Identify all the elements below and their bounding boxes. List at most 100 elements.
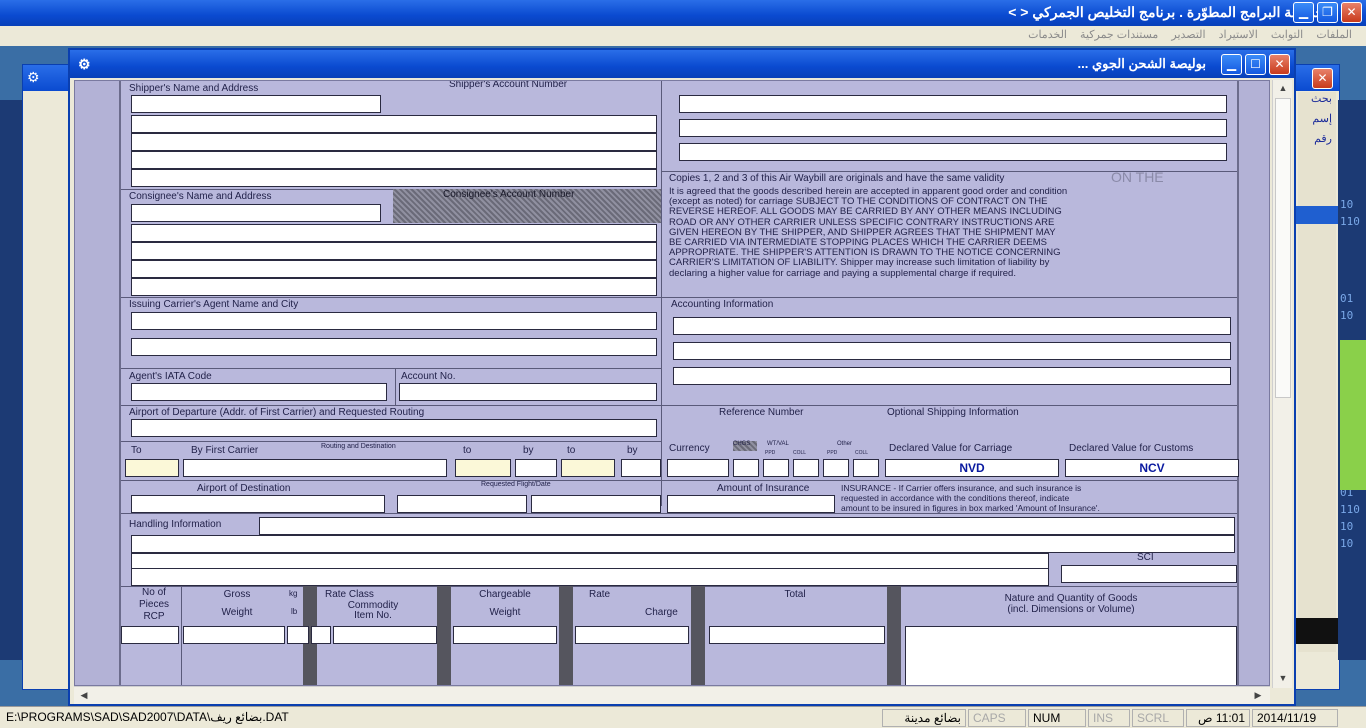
chargeable-weight-field[interactable] <box>453 626 557 644</box>
nature-goods-field[interactable] <box>905 626 1237 685</box>
vertical-scrollbar[interactable]: ▲ ▼ <box>1272 80 1292 688</box>
app-title: مجموعة البرامج المطوّرة . برنامج التخليص… <box>1008 4 1332 20</box>
issuer-line-1[interactable] <box>679 95 1227 113</box>
currency-field[interactable] <box>667 459 729 477</box>
copies-note: Copies 1, 2 and 3 of this Air Waybill ar… <box>669 173 1005 184</box>
maximize-icon: ☐ <box>1250 57 1261 71</box>
commodity-field[interactable] <box>333 626 437 644</box>
app-restore-button[interactable]: ❐ <box>1317 2 1338 23</box>
by-label-2: by <box>523 445 534 456</box>
consignee-address-line-1[interactable] <box>131 224 657 242</box>
background-left-panel <box>0 100 22 660</box>
close-icon: ✕ <box>1346 5 1357 19</box>
issuer-line-2[interactable] <box>679 119 1227 137</box>
flight-date-field-2[interactable] <box>531 495 661 513</box>
binary-text: 110 <box>1340 215 1360 228</box>
menu-services[interactable]: الخدمات <box>1028 29 1067 41</box>
other-coll-field[interactable] <box>853 459 879 477</box>
scroll-down-button[interactable]: ▼ <box>1275 670 1291 686</box>
handling-line-2[interactable] <box>131 535 1235 553</box>
pieces-header-1: No of <box>142 587 166 598</box>
scroll-up-button[interactable]: ▲ <box>1275 80 1291 96</box>
insurance-amount-field[interactable] <box>667 495 835 513</box>
wtval-label: WT/VAL <box>767 441 789 447</box>
other-ppd-field[interactable] <box>823 459 849 477</box>
menu-customs-docs[interactable]: مستندات جمركية <box>1080 29 1158 41</box>
routing-to-field-3[interactable] <box>561 459 615 477</box>
consignee-address-line-2[interactable] <box>131 242 657 260</box>
vertical-scroll-thumb[interactable] <box>1275 98 1291 398</box>
horizontal-scrollbar[interactable]: ◀ ▶ <box>74 686 1270 704</box>
wtval-coll-field[interactable] <box>793 459 819 477</box>
divider <box>121 480 1237 481</box>
status-file-path: E:\PROGRAMS\SAD\SAD2007\DATA\بضائع ريف.D… <box>6 710 289 724</box>
menu-import[interactable]: الاستيراد <box>1219 29 1258 41</box>
menu-constants[interactable]: التوابث <box>1271 29 1303 41</box>
handling-line-1[interactable] <box>259 517 1235 535</box>
shipper-address-line-2[interactable] <box>131 133 657 151</box>
consignee-address-line-4[interactable] <box>131 278 657 296</box>
handling-line-4[interactable] <box>131 568 1049 586</box>
arrow-left-icon: ◀ <box>80 690 88 700</box>
total-field[interactable] <box>709 626 885 644</box>
pieces-field[interactable] <box>121 626 179 644</box>
accounting-line-1[interactable] <box>673 317 1231 335</box>
chargeable-header-2: Weight <box>489 607 521 618</box>
to-label-2: to <box>463 445 472 456</box>
rate-class-field[interactable] <box>311 626 331 644</box>
shipper-name-field[interactable] <box>131 95 381 113</box>
background-side-panel: بحث إسم رقم <box>1298 92 1336 652</box>
insurance-note: INSURANCE - If Carrier offers insurance,… <box>841 483 1100 513</box>
menu-export[interactable]: التصدير <box>1171 29 1205 41</box>
app-minimize-button[interactable]: ▁ <box>1293 2 1314 23</box>
app-title-bar: مجموعة البرامج المطوّرة . برنامج التخليص… <box>0 0 1366 26</box>
wtval-ppd-field[interactable] <box>763 459 789 477</box>
shipper-address-line-4[interactable] <box>131 169 657 187</box>
insurance-note-line: INSURANCE - If Carrier offers insurance,… <box>841 483 1082 493</box>
declared-carriage-field[interactable]: NVD <box>885 459 1059 477</box>
gross-header-2: Weight <box>221 607 253 618</box>
binary-text: 10 <box>1340 520 1354 533</box>
first-carrier-field[interactable] <box>183 459 447 477</box>
dialog-close-button[interactable]: ✕ <box>1269 54 1290 75</box>
shipper-address-line-3[interactable] <box>131 151 657 169</box>
divider <box>121 368 661 369</box>
iata-code-field[interactable] <box>131 383 387 401</box>
scroll-left-button[interactable]: ◀ <box>76 687 92 703</box>
gross-weight-field[interactable] <box>183 626 285 644</box>
dialog-minimize-button[interactable]: ▁ <box>1221 54 1242 75</box>
routing-by-field-2[interactable] <box>515 459 557 477</box>
background-close-button[interactable]: ✕ <box>1312 68 1333 89</box>
consignee-name-field[interactable] <box>131 204 381 222</box>
accounting-line-3[interactable] <box>673 367 1231 385</box>
kg-lb-field[interactable] <box>287 626 309 644</box>
menu-files[interactable]: الملفات <box>1316 29 1352 41</box>
chgs-field[interactable] <box>733 459 759 477</box>
declared-customs-field[interactable]: NCV <box>1065 459 1239 477</box>
accounting-line-2[interactable] <box>673 342 1231 360</box>
destination-field[interactable] <box>131 495 385 513</box>
routing-by-field-3[interactable] <box>621 459 661 477</box>
column-separator <box>437 586 451 685</box>
flight-date-field-1[interactable] <box>397 495 527 513</box>
routing-to-field-2[interactable] <box>455 459 511 477</box>
account-no-field[interactable] <box>399 383 657 401</box>
sci-field[interactable] <box>1061 565 1237 583</box>
shipper-address-line-1[interactable] <box>131 115 657 133</box>
chargeable-header-1: Chargeable <box>479 589 531 600</box>
routing-to-field[interactable] <box>125 459 179 477</box>
consignee-address-line-3[interactable] <box>131 260 657 278</box>
dialog-maximize-button[interactable]: ☐ <box>1245 54 1266 75</box>
agent-city-field[interactable] <box>131 338 657 356</box>
rate-charge-field[interactable] <box>575 626 689 644</box>
scroll-right-button[interactable]: ▶ <box>1250 687 1266 703</box>
issuer-line-3[interactable] <box>679 143 1227 161</box>
search-label: بحث <box>1311 93 1332 105</box>
agent-name-field[interactable] <box>131 312 657 330</box>
currency-label: Currency <box>669 443 710 454</box>
arrow-down-icon: ▼ <box>1278 673 1288 683</box>
departure-field[interactable] <box>131 419 657 437</box>
iata-code-label: Agent's IATA Code <box>129 371 212 382</box>
app-close-button[interactable]: ✕ <box>1341 2 1362 23</box>
divider <box>121 405 1237 406</box>
